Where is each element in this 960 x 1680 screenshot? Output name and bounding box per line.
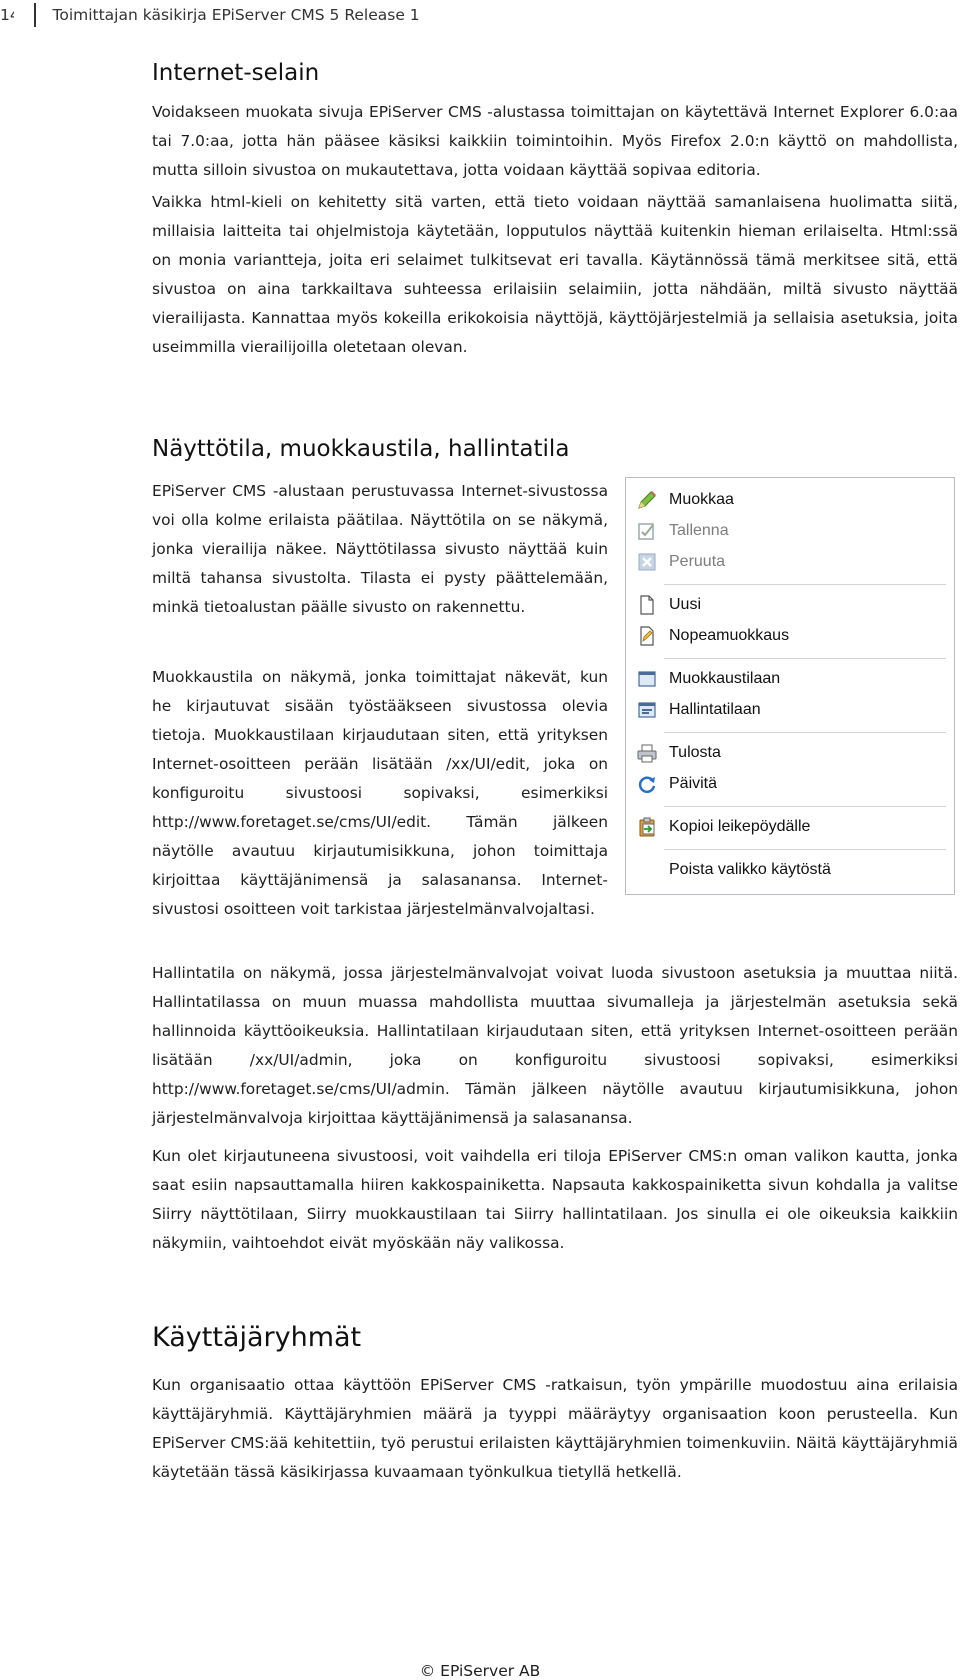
paragraph: Muokkaustila on näkymä, jonka toimittaja… [152, 668, 608, 918]
menu-item-label: Tallenna [669, 522, 729, 539]
blank-icon [636, 859, 658, 881]
menu-separator [664, 658, 946, 659]
menu-item-label: Poista valikko käytöstä [669, 861, 831, 878]
quick-edit-icon [636, 625, 658, 647]
new-page-icon [636, 594, 658, 616]
menu-item-peruuta[interactable]: Peruuta [636, 549, 946, 575]
section-heading-internet-selain: Internet-selain [152, 60, 320, 86]
pencil-icon [636, 489, 658, 511]
header-divider [34, 3, 36, 27]
menu-item-label: Uusi [669, 596, 702, 613]
admin-mode-icon [636, 699, 658, 721]
paragraph: Hallintatila on näkymä, jossa järjestelm… [152, 964, 958, 1127]
paragraph: Voidakseen muokata sivuja EPiServer CMS … [152, 103, 958, 179]
paragraph: EPiServer CMS -alustaan perustuvassa Int… [152, 482, 608, 616]
menu-item-muokkaa[interactable]: Muokkaa [636, 487, 946, 513]
menu-separator [664, 584, 946, 585]
section-heading-tilat: Näyttötila, muokkaustila, hallintatila [152, 436, 570, 462]
clipboard-icon [636, 816, 658, 838]
menu-separator [664, 732, 946, 733]
menu-item-muokkaustilaan[interactable]: Muokkaustilaan [636, 666, 946, 692]
menu-item-label: Kopioi leikepöydälle [669, 818, 811, 835]
refresh-icon [636, 773, 658, 795]
paragraph: Kun olet kirjautuneena sivustoosi, voit … [152, 1147, 958, 1252]
menu-item-label: Päivitä [669, 775, 718, 792]
save-icon [636, 520, 658, 542]
menu-item-paivita[interactable]: Päivitä [636, 771, 946, 797]
menu-item-uusi[interactable]: Uusi [636, 592, 946, 618]
menu-item-tulosta[interactable]: Tulosta [636, 740, 946, 766]
menu-item-label: Muokkaa [669, 491, 734, 508]
document-title: Toimittajan käsikirja EPiServer CMS 5 Re… [52, 6, 420, 24]
cancel-icon [636, 551, 658, 573]
episerver-context-menu: Muokkaa Tallenna Peruuta Uusi Nopeamuokk… [625, 477, 955, 895]
menu-separator [664, 806, 946, 807]
menu-item-label: Tulosta [669, 744, 721, 761]
menu-item-label: Muokkaustilaan [669, 670, 781, 687]
page-footer-copyright: © EPiServer AB [419, 1662, 541, 1680]
page-header: 14 Toimittajan käsikirja EPiServer CMS 5… [0, 0, 420, 30]
menu-item-label: Peruuta [669, 553, 726, 570]
menu-item-label: Nopeamuokkaus [669, 627, 790, 644]
menu-item-kopioi-leikepoydalle[interactable]: Kopioi leikepöydälle [636, 814, 946, 840]
menu-separator [664, 849, 946, 850]
menu-item-hallintatilaan[interactable]: Hallintatilaan [636, 697, 946, 723]
paragraph: Vaikka html-kieli on kehitetty sitä vart… [152, 193, 958, 356]
menu-item-tallenna[interactable]: Tallenna [636, 518, 946, 544]
section-heading-kayttajaryhmat: Käyttäjäryhmät [152, 1322, 362, 1353]
edit-mode-icon [636, 668, 658, 690]
menu-item-poista-valikko-kaytosta[interactable]: Poista valikko käytöstä [636, 857, 946, 883]
page-number: 14 [0, 6, 14, 24]
paragraph: Kun organisaatio ottaa käyttöön EPiServe… [152, 1376, 958, 1481]
printer-icon [636, 742, 658, 764]
menu-item-label: Hallintatilaan [669, 701, 761, 718]
menu-item-nopeamuokkaus[interactable]: Nopeamuokkaus [636, 623, 946, 649]
